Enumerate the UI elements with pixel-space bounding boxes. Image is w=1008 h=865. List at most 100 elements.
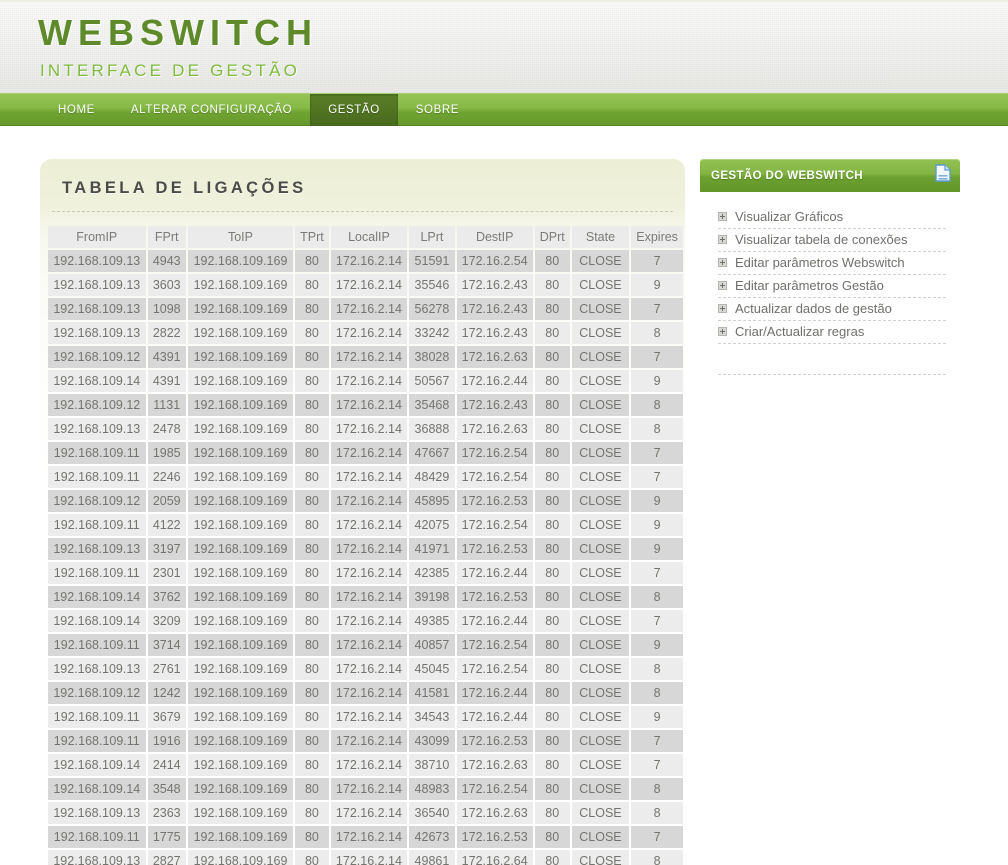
- cell-fprt: 4391: [147, 370, 186, 392]
- cell-fprt: 1131: [147, 394, 186, 416]
- cell-fprt: 2822: [147, 322, 186, 344]
- cell-destip: 172.16.2.54: [456, 250, 533, 272]
- cell-localip: 172.16.2.14: [330, 658, 408, 680]
- cell-expires: 7: [631, 250, 683, 272]
- cell-localip: 172.16.2.14: [330, 466, 408, 488]
- cell-tprt: 80: [295, 370, 329, 392]
- cell-destip: 172.16.2.64: [456, 850, 533, 865]
- table-row: 192.168.109.14 3209 192.168.109.169 80 172.1…: [48, 610, 683, 632]
- cell-state: CLOSE: [571, 754, 630, 776]
- cell-dprt: 80: [534, 634, 570, 656]
- cell-expires: 7: [631, 562, 683, 584]
- sidebar-item-1[interactable]: Visualizar tabela de conexões: [718, 229, 946, 252]
- cell-localip: 172.16.2.14: [330, 394, 408, 416]
- sidebar-item-2[interactable]: Editar parâmetros Webswitch: [718, 252, 946, 275]
- sidebar-header-title: GESTÃO DO WEBSWITCH: [711, 169, 863, 182]
- cell-toip: 192.168.109.169: [187, 802, 294, 824]
- cell-lprt: 42075: [409, 514, 455, 536]
- cell-localip: 172.16.2.14: [330, 370, 408, 392]
- cell-lprt: 48983: [409, 778, 455, 800]
- cell-fromip: 192.168.109.11: [48, 826, 146, 848]
- cell-state: CLOSE: [571, 826, 630, 848]
- cell-toip: 192.168.109.169: [187, 538, 294, 560]
- cell-lprt: 39198: [409, 586, 455, 608]
- cell-dprt: 80: [534, 682, 570, 704]
- sidebar-item-0[interactable]: Visualizar Gráficos: [718, 206, 946, 229]
- cell-fromip: 192.168.109.13: [48, 802, 146, 824]
- cell-localip: 172.16.2.14: [330, 346, 408, 368]
- cell-expires: 8: [631, 802, 683, 824]
- plus-box-icon: [718, 235, 727, 244]
- cell-toip: 192.168.109.169: [187, 658, 294, 680]
- cell-fromip: 192.168.109.11: [48, 442, 146, 464]
- document-icon: [935, 164, 951, 187]
- cell-destip: 172.16.2.54: [456, 658, 533, 680]
- nav-item-home[interactable]: HOME: [40, 94, 113, 126]
- cell-lprt: 40857: [409, 634, 455, 656]
- cell-destip: 172.16.2.44: [456, 682, 533, 704]
- cell-expires: 8: [631, 586, 683, 608]
- cell-fromip: 192.168.109.13: [48, 274, 146, 296]
- cell-destip: 172.16.2.44: [456, 610, 533, 632]
- cell-destip: 172.16.2.53: [456, 826, 533, 848]
- cell-tprt: 80: [295, 322, 329, 344]
- cell-state: CLOSE: [571, 682, 630, 704]
- nav-item-sobre[interactable]: SOBRE: [398, 94, 477, 126]
- table-header-row: FromIP FPrt ToIP TPrt LocalIP LPrt DestI…: [48, 226, 683, 248]
- table-row: 192.168.109.11 1916 192.168.109.169 80 172.1…: [48, 730, 683, 752]
- cell-lprt: 45895: [409, 490, 455, 512]
- cell-fprt: 1985: [147, 442, 186, 464]
- table-row: 192.168.109.13 2761 192.168.109.169 80 172.1…: [48, 658, 683, 680]
- cell-destip: 172.16.2.54: [456, 778, 533, 800]
- table-row: 192.168.109.13 2822 192.168.109.169 80 172.1…: [48, 322, 683, 344]
- cell-toip: 192.168.109.169: [187, 466, 294, 488]
- sidebar-item-5[interactable]: Criar/Actualizar regras: [718, 321, 946, 344]
- cell-fprt: 2363: [147, 802, 186, 824]
- cell-expires: 8: [631, 850, 683, 865]
- cell-dprt: 80: [534, 322, 570, 344]
- nav-item-alterar-configuracao[interactable]: ALTERAR CONFIGURAÇÃO: [113, 94, 310, 126]
- cell-fprt: 1242: [147, 682, 186, 704]
- cell-tprt: 80: [295, 490, 329, 512]
- cell-expires: 7: [631, 442, 683, 464]
- cell-localip: 172.16.2.14: [330, 586, 408, 608]
- cell-dprt: 80: [534, 658, 570, 680]
- cell-destip: 172.16.2.63: [456, 346, 533, 368]
- cell-tprt: 80: [295, 586, 329, 608]
- cell-lprt: 49385: [409, 610, 455, 632]
- cell-dprt: 80: [534, 466, 570, 488]
- cell-state: CLOSE: [571, 850, 630, 865]
- cell-fromip: 192.168.109.11: [48, 706, 146, 728]
- table-row: 192.168.109.14 4391 192.168.109.169 80 172.1…: [48, 370, 683, 392]
- cell-lprt: 41971: [409, 538, 455, 560]
- cell-toip: 192.168.109.169: [187, 562, 294, 584]
- cell-fprt: 3679: [147, 706, 186, 728]
- cell-dprt: 80: [534, 442, 570, 464]
- cell-destip: 172.16.2.54: [456, 514, 533, 536]
- cell-tprt: 80: [295, 610, 329, 632]
- cell-state: CLOSE: [571, 490, 630, 512]
- cell-lprt: 50567: [409, 370, 455, 392]
- table-row: 192.168.109.13 1098 192.168.109.169 80 172.1…: [48, 298, 683, 320]
- cell-tprt: 80: [295, 538, 329, 560]
- sidebar-item-3[interactable]: Editar parâmetros Gestão: [718, 275, 946, 298]
- nav-item-gestao[interactable]: GESTÃO: [310, 94, 398, 126]
- cell-tprt: 80: [295, 730, 329, 752]
- cell-state: CLOSE: [571, 562, 630, 584]
- cell-localip: 172.16.2.14: [330, 442, 408, 464]
- cell-fprt: 3762: [147, 586, 186, 608]
- cell-fromip: 192.168.109.11: [48, 730, 146, 752]
- cell-dprt: 80: [534, 754, 570, 776]
- cell-fromip: 192.168.109.14: [48, 778, 146, 800]
- cell-tprt: 80: [295, 442, 329, 464]
- cell-lprt: 34543: [409, 706, 455, 728]
- table-row: 192.168.109.12 1242 192.168.109.169 80 172.1…: [48, 682, 683, 704]
- column-header-state: State: [571, 226, 630, 248]
- sidebar-item-4[interactable]: Actualizar dados de gestão: [718, 298, 946, 321]
- cell-tprt: 80: [295, 274, 329, 296]
- cell-expires: 8: [631, 418, 683, 440]
- cell-toip: 192.168.109.169: [187, 850, 294, 865]
- cell-expires: 7: [631, 730, 683, 752]
- cell-localip: 172.16.2.14: [330, 778, 408, 800]
- cell-destip: 172.16.2.63: [456, 418, 533, 440]
